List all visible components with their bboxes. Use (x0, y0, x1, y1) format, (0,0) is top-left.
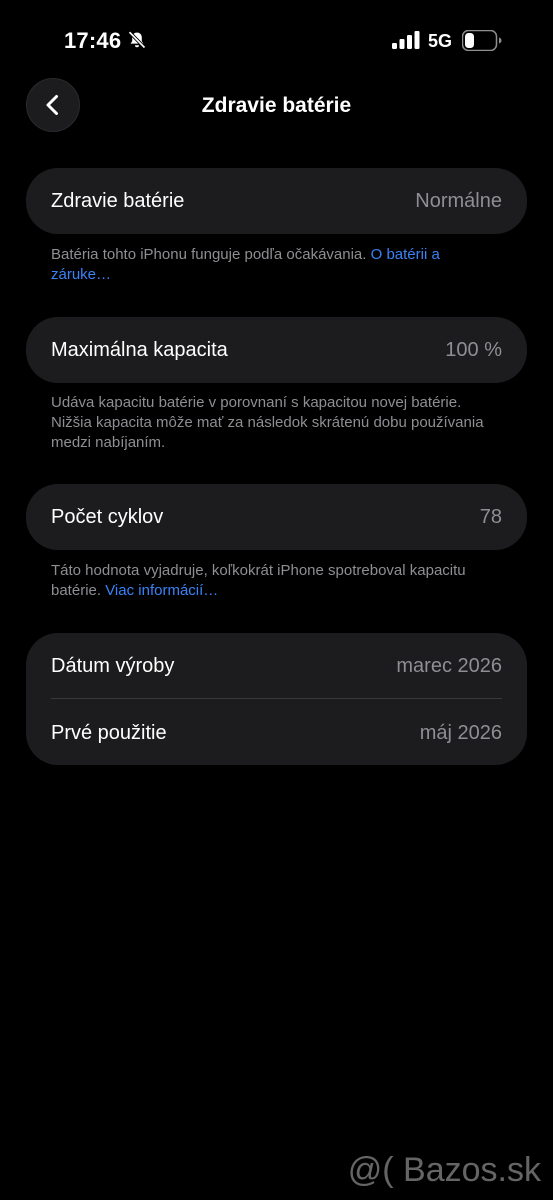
page-title: Zdravie batérie (201, 94, 352, 117)
manufacture-date-label: Dátum výroby (51, 655, 175, 677)
bell-slash-icon (128, 31, 146, 49)
row-divider (51, 698, 502, 699)
first-use-value: máj 2026 (419, 722, 502, 744)
first-use-row: Prvé použitie máj 2026 (51, 719, 502, 747)
cycle-count-value: 78 (479, 506, 502, 528)
cycle-count-label: Počet cyklov (51, 506, 164, 528)
battery-health-label: Zdravie batérie (51, 190, 185, 212)
status-time: 17:46 (64, 28, 122, 53)
first-use-label: Prvé použitie (51, 722, 167, 744)
max-capacity-value: 100 % (445, 339, 502, 361)
max-capacity-row: Maximálna kapacita 100 % (51, 336, 502, 364)
watermark: @( Bazos.sk (347, 1151, 541, 1189)
manufacture-date-value: marec 2026 (396, 655, 502, 677)
max-capacity-label: Maximálna kapacita (51, 339, 228, 361)
status-bar: 17:46 5G (0, 0, 553, 80)
battery-health-note: Batéria tohto iPhonu funguje podľa očaká… (51, 245, 501, 285)
more-info-link[interactable]: Viac informácií… (105, 582, 218, 599)
max-capacity-card: Maximálna kapacita 100 % (26, 317, 527, 383)
cellular-signal-icon (392, 31, 420, 49)
battery-health-note-text: Batéria tohto iPhonu funguje podľa očaká… (51, 246, 371, 263)
cycle-count-note: Táto hodnota vyjadruje, koľkokrát iPhone… (51, 561, 501, 601)
dates-card: Dátum výroby marec 2026 Prvé použitie má… (26, 633, 527, 765)
cycle-count-card: Počet cyklov 78 (26, 484, 527, 550)
network-type: 5G (428, 31, 453, 51)
battery-health-card: Zdravie batérie Normálne (26, 168, 527, 234)
battery-health-row: Zdravie batérie Normálne (51, 187, 502, 215)
battery-icon (462, 30, 502, 51)
cycle-count-row: Počet cyklov 78 (51, 503, 502, 531)
manufacture-date-row: Dátum výroby marec 2026 (51, 652, 502, 680)
battery-health-value: Normálne (415, 190, 502, 212)
max-capacity-note: Udáva kapacitu batérie v porovnaní s kap… (51, 394, 484, 451)
